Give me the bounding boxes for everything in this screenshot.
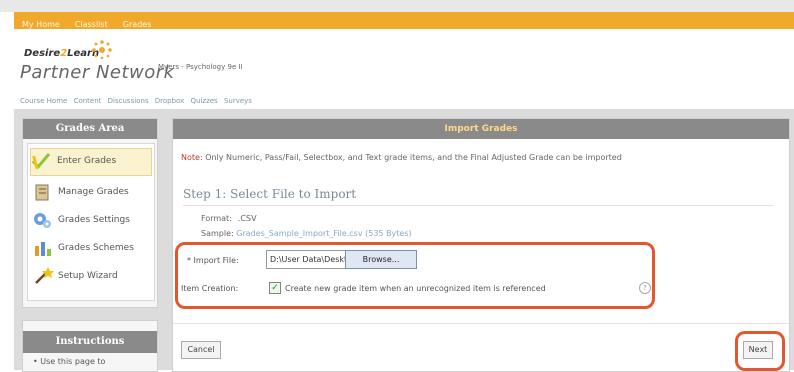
window-top-strip (0, 0, 794, 12)
grades-area-title: Grades Area (23, 119, 157, 139)
course-title: Myers - Psychology 9e II (158, 63, 243, 71)
pencil-check-icon (31, 153, 51, 170)
nav-dropbox[interactable]: Dropbox (155, 97, 185, 105)
nav-content[interactable]: Content (74, 97, 102, 105)
nav-course-home[interactable]: Course Home (20, 97, 67, 105)
sidebar-item-setup-wizard[interactable]: Setup Wizard (32, 264, 150, 290)
cancel-button[interactable]: Cancel (181, 341, 221, 359)
nav-surveys[interactable]: Surveys (224, 97, 252, 105)
sun-logo-icon (92, 40, 112, 59)
note-text: Only Numeric, Pass/Fail, Selectbox, and … (205, 153, 622, 162)
sample-row: Sample: Grades_Sample_Import_File.csv (5… (201, 229, 412, 238)
divider (183, 205, 773, 206)
help-icon[interactable]: ? (639, 282, 651, 294)
sidebar-item-manage-grades[interactable]: Manage Grades (32, 180, 150, 206)
sidebar-item-label: Manage Grades (58, 187, 129, 197)
note-label: Note: (181, 153, 203, 162)
sidebar-item-grades-settings[interactable]: Grades Settings (32, 208, 150, 234)
nav-grades[interactable]: Grades (123, 20, 152, 29)
grades-area-panel: Grades Area Enter Grades Manage Grades G… (22, 118, 158, 308)
top-nav-bar: My Home Classlist Grades (14, 12, 794, 29)
next-button[interactable]: Next (743, 341, 773, 359)
import-grades-panel: Import Grades Note: Only Numeric, Pass/F… (172, 118, 790, 372)
sample-label: Sample: (201, 229, 234, 238)
settings-gears-icon (34, 213, 51, 228)
import-file-label: * Import File: (187, 256, 239, 265)
nav-quizzes[interactable]: Quizzes (191, 97, 218, 105)
course-header: Desire2Learn Partner Network Myers - Psy… (14, 29, 794, 109)
sidebar-item-label: Enter Grades (57, 156, 117, 166)
nav-classlist[interactable]: Classlist (75, 20, 108, 29)
import-file-input[interactable]: D:\User Data\Desktop\Upl (266, 250, 347, 269)
format-row: Format: .CSV (201, 214, 257, 223)
instructions-title: Instructions (23, 331, 157, 353)
format-label: Format: (201, 214, 232, 223)
partner-network-logo: Partner Network (20, 62, 175, 83)
create-item-checkbox-label: Create new grade item when an unrecogniz… (285, 284, 546, 293)
format-value: .CSV (237, 214, 257, 223)
bar-chart-icon (35, 242, 51, 256)
sidebar-item-label: Grades Schemes (58, 243, 134, 253)
sidebar-item-enter-grades[interactable]: Enter Grades (30, 148, 152, 176)
course-navbar: Course Home Content Discussions Dropbox … (20, 97, 256, 105)
instructions-panel: Instructions • Use this page to (22, 320, 158, 372)
gradebook-icon (35, 184, 49, 201)
instructions-text: • Use this page to (33, 357, 106, 366)
create-item-checkbox[interactable]: ✓ (269, 282, 281, 294)
browse-button[interactable]: Browse... (345, 250, 417, 269)
d2l-logo-text: Desire2Learn (24, 48, 100, 59)
step-heading: Step 1: Select File to Import (183, 187, 357, 201)
nav-my-home[interactable]: My Home (22, 20, 60, 29)
divider (173, 323, 789, 324)
sidebar-item-label: Grades Settings (58, 215, 130, 225)
sidebar-item-grades-schemes[interactable]: Grades Schemes (32, 236, 150, 262)
page-title: Import Grades (173, 119, 789, 139)
item-creation-label: Item Creation: (181, 284, 239, 293)
wand-icon (35, 267, 54, 284)
grades-menu: Enter Grades Manage Grades Grades Settin… (27, 143, 155, 301)
sample-file-link[interactable]: Grades_Sample_Import_File.csv (535 Bytes… (236, 229, 411, 238)
import-note: Note: Only Numeric, Pass/Fail, Selectbox… (181, 153, 622, 162)
nav-discussions[interactable]: Discussions (108, 97, 149, 105)
sidebar-item-label: Setup Wizard (58, 271, 118, 281)
